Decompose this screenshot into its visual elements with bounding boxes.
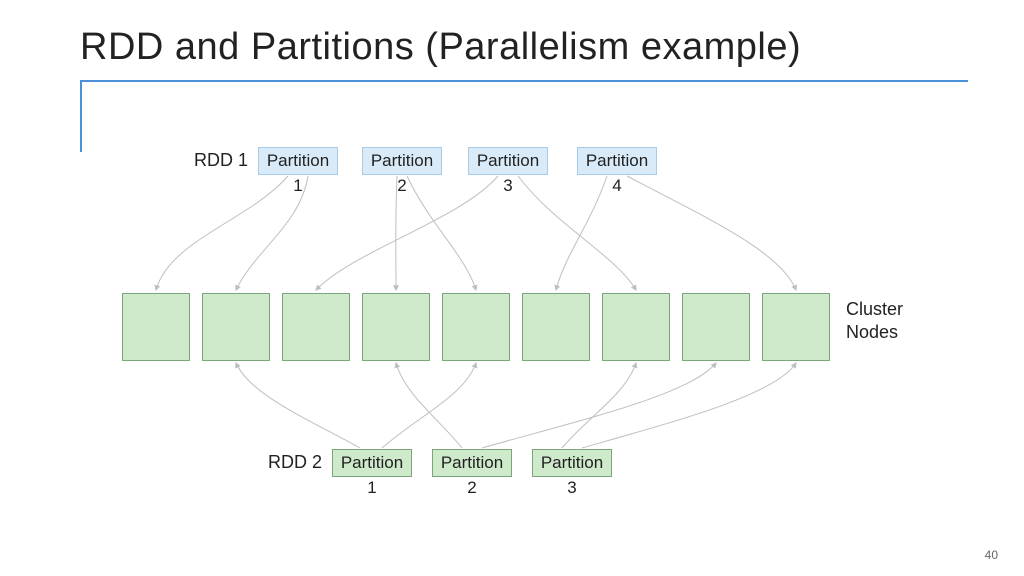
page-number: 40 (985, 548, 998, 562)
slide: RDD and Partitions (Parallelism example)… (0, 0, 1024, 576)
cluster-node (602, 293, 670, 361)
cluster-node (762, 293, 830, 361)
cluster-node (202, 293, 270, 361)
cluster-node (282, 293, 350, 361)
title-vertical-accent (80, 80, 82, 152)
rdd2-label: RDD 2 (268, 452, 322, 473)
rdd2-partition-box: Partition (532, 449, 612, 477)
rdd1-partition-box: Partition (468, 147, 548, 175)
rdd2-partition-num: 2 (432, 478, 512, 498)
rdd2-partition-num: 3 (532, 478, 612, 498)
rdd1-partition-num: 4 (577, 176, 657, 196)
rdd2-partition-num: 1 (332, 478, 412, 498)
cluster-node (442, 293, 510, 361)
rdd1-partition-num: 3 (468, 176, 548, 196)
cluster-node (682, 293, 750, 361)
rdd1-label: RDD 1 (194, 150, 248, 171)
cluster-node (122, 293, 190, 361)
cluster-node (362, 293, 430, 361)
cluster-nodes-label: Cluster Nodes (846, 298, 903, 343)
rdd1-partition-num: 2 (362, 176, 442, 196)
rdd1-partition-num: 1 (258, 176, 338, 196)
rdd1-partition-box: Partition (577, 147, 657, 175)
title-underline (80, 80, 968, 82)
rdd2-partition-box: Partition (432, 449, 512, 477)
rdd1-partition-box: Partition (362, 147, 442, 175)
slide-title: RDD and Partitions (Parallelism example) (80, 26, 801, 69)
partition-arrows (0, 0, 1024, 576)
rdd1-partition-box: Partition (258, 147, 338, 175)
cluster-node (522, 293, 590, 361)
rdd2-partition-box: Partition (332, 449, 412, 477)
